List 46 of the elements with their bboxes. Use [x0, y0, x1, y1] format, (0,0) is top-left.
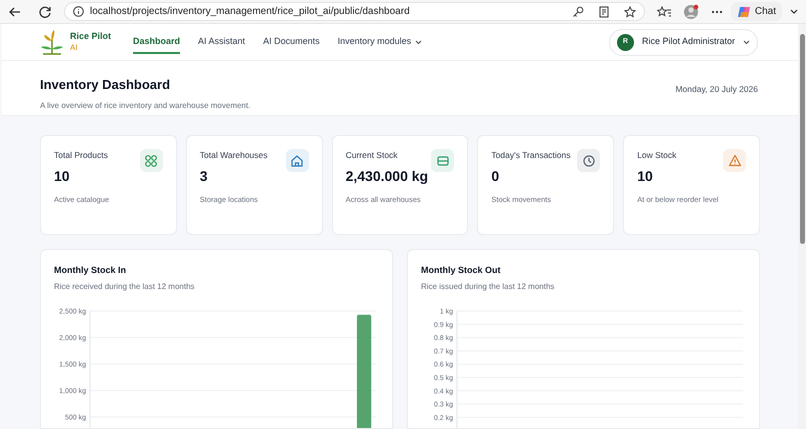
chart-subtitle: Rice issued during the last 12 months	[421, 280, 556, 292]
url-text: localhost/projects/inventory_management/rice_pilot_ai/public/dashboard	[90, 5, 411, 19]
stat-label: Total Products	[54, 149, 109, 161]
rice-plant-logo[interactable]	[40, 29, 64, 55]
chat-button[interactable]: Chat	[730, 2, 782, 21]
brand-suffix: AI	[70, 42, 79, 53]
nav-link[interactable]: Inventory modules	[338, 30, 422, 54]
grid-icon	[144, 154, 158, 168]
date-text: Monday, 20 July 2026	[675, 83, 758, 96]
page-title: Inventory Dashboard	[40, 76, 172, 94]
stat-label: Total Warehouses	[200, 149, 269, 161]
nav-link[interactable]: Dashboard	[133, 30, 180, 54]
storage-icon	[436, 154, 450, 168]
chart-subtitle: Rice received during the last 12 months	[54, 280, 196, 292]
stat-value: 10	[54, 167, 71, 186]
chart-title: Monthly Stock In	[54, 264, 127, 277]
nav-link[interactable]: AI Assistant	[198, 30, 246, 54]
clock-icon	[582, 154, 596, 168]
profile-avatar-icon[interactable]	[682, 4, 699, 20]
stat-value: 2,430.000 kg	[346, 167, 430, 186]
star-icon[interactable]	[624, 6, 636, 18]
stat-value: 10	[637, 167, 654, 186]
page-subtitle: A live overview of rice inventory and warehouse movement.	[40, 100, 250, 112]
stat-label: Current Stock	[346, 149, 399, 161]
chevron-down-icon[interactable]	[790, 8, 798, 14]
info-icon	[73, 6, 84, 17]
scrollbar[interactable]	[798, 24, 806, 429]
reader-icon[interactable]	[598, 6, 610, 18]
favorites-icon[interactable]	[656, 6, 671, 18]
key-icon[interactable]	[572, 6, 584, 18]
brand-name: Rice Pilot	[70, 31, 112, 42]
reload-icon[interactable]	[38, 4, 52, 18]
house-icon	[290, 154, 304, 168]
stat-value: 3	[200, 167, 209, 186]
stat-label: Today's Transactions	[491, 149, 572, 161]
user-name: Rice Pilot Administrator	[642, 35, 735, 48]
nav-link[interactable]: AI Documents	[263, 30, 320, 54]
warning-icon	[728, 154, 742, 168]
stat-value: 0	[491, 167, 500, 186]
more-icon[interactable]	[710, 10, 723, 14]
back-icon[interactable]	[8, 4, 22, 18]
stat-label: Low Stock	[637, 149, 678, 161]
address-bar[interactable]: localhost/projects/inventory_management/rice_pilot_ai/public/dashboard	[64, 2, 645, 21]
sparkle-logo-icon	[736, 4, 751, 18]
chart-title: Monthly Stock Out	[421, 264, 502, 277]
chevron-down-icon	[743, 40, 750, 44]
